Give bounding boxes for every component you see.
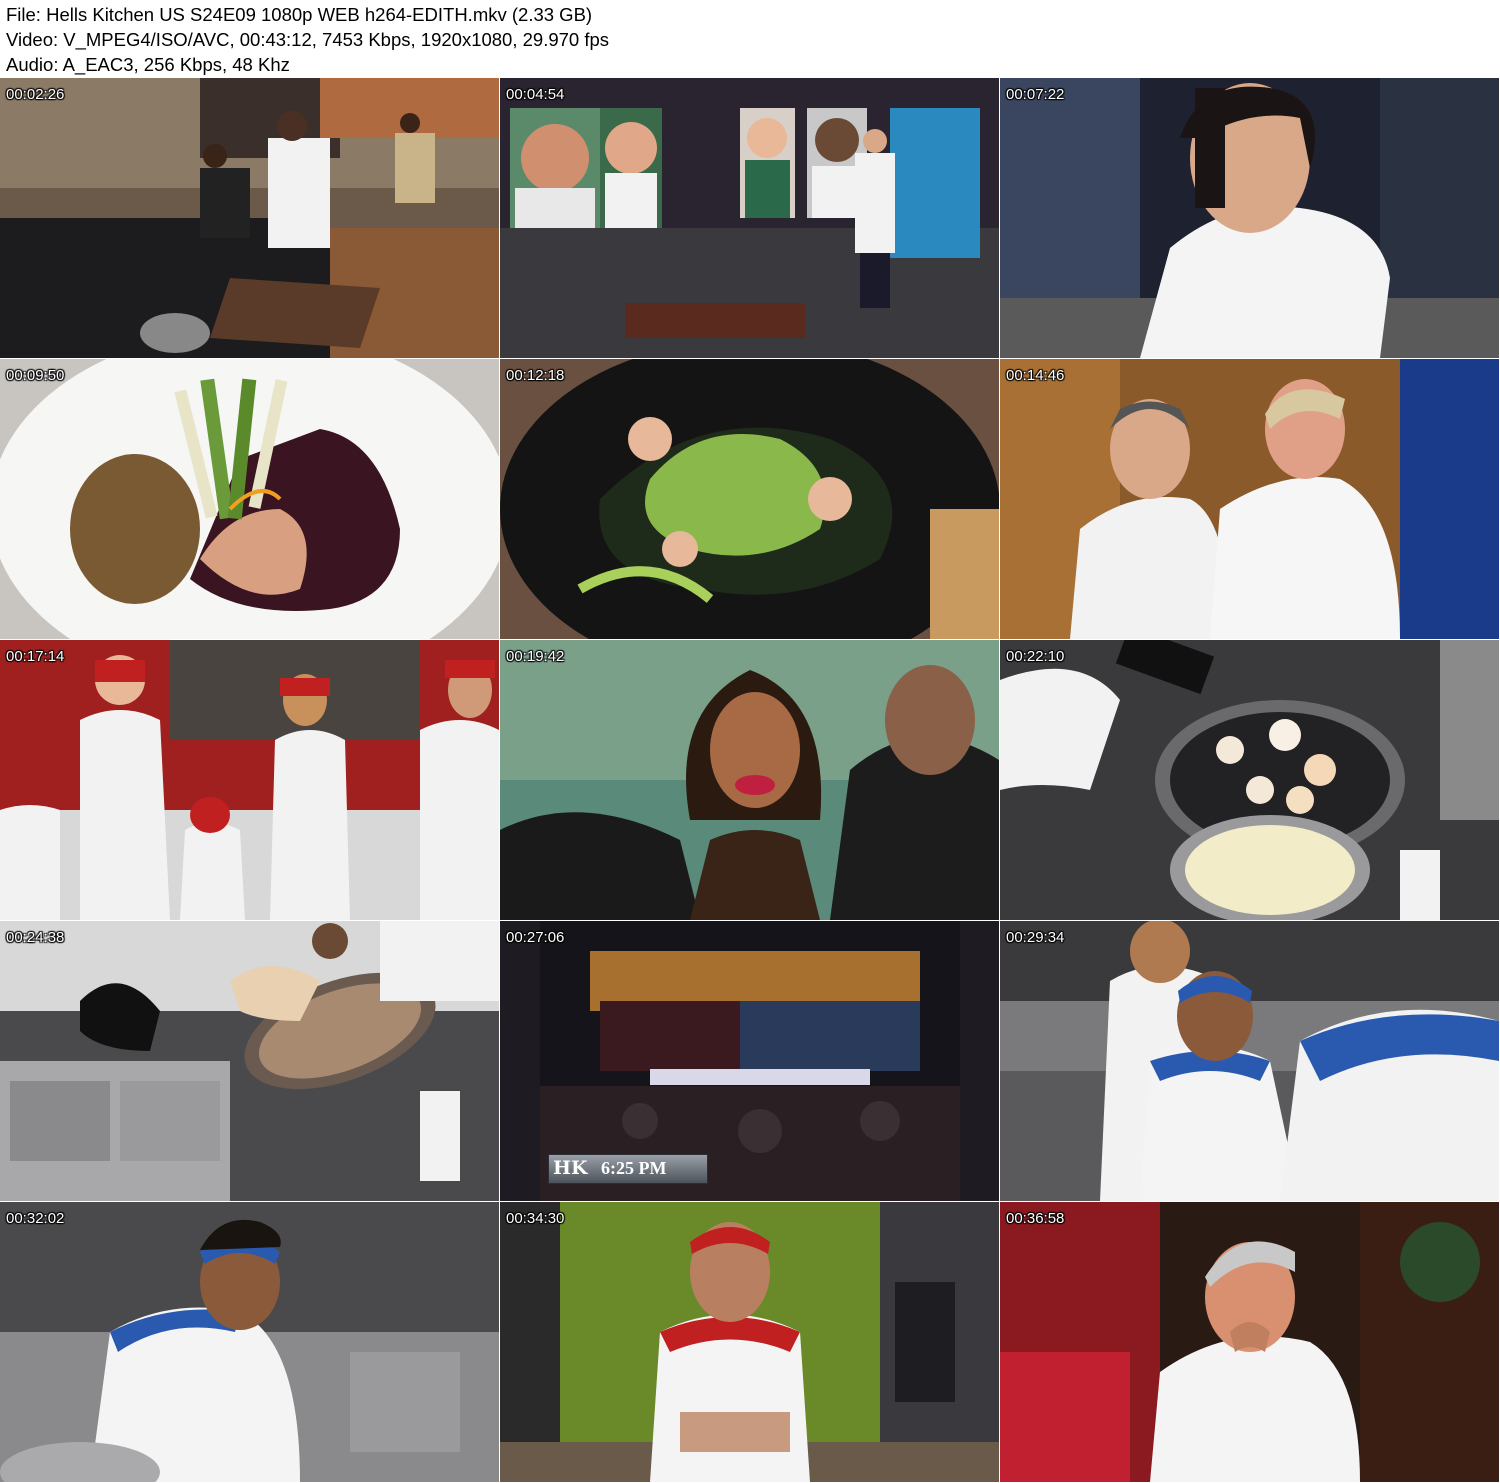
thumbnail-2: 00:04:54 bbox=[500, 78, 999, 358]
thumbnail-14-image bbox=[500, 1202, 999, 1482]
thumbnail-15-image bbox=[1000, 1202, 1499, 1482]
thumbnail-6-image bbox=[1000, 359, 1499, 639]
thumbnail-timestamp: 00:29:34 bbox=[1006, 929, 1065, 946]
thumbnail-15: 00:36:58 bbox=[1000, 1202, 1499, 1482]
thumbnail-11: HK 6:25 PM 00:27:06 bbox=[500, 921, 999, 1201]
thumbnail-timestamp: 00:04:54 bbox=[506, 86, 565, 103]
overlay-time-text: 6:25 PM bbox=[601, 1158, 667, 1178]
thumbnail-2-image bbox=[500, 78, 999, 358]
thumbnail-timestamp: 00:32:02 bbox=[6, 1210, 65, 1227]
thumbnail-timestamp: 00:34:30 bbox=[506, 1210, 565, 1227]
thumbnail-4: 00:09:50 bbox=[0, 359, 499, 639]
thumbnail-4-image bbox=[0, 359, 499, 639]
thumbnail-grid: 00:02:26 00:04:54 00:07:22 00:09:50 00:1… bbox=[0, 78, 1500, 1483]
thumbnail-timestamp: 00:09:50 bbox=[6, 367, 65, 384]
thumbnail-9: 00:22:10 bbox=[1000, 640, 1499, 920]
thumbnail-7: 00:17:14 bbox=[0, 640, 499, 920]
thumbnail-timestamp: 00:02:26 bbox=[6, 86, 65, 103]
thumbnail-12-image bbox=[1000, 921, 1499, 1201]
thumbnail-timestamp: 00:19:42 bbox=[506, 648, 565, 665]
video-info-line: Video: V_MPEG4/ISO/AVC, 00:43:12, 7453 K… bbox=[6, 29, 610, 50]
thumbnail-timestamp: 00:07:22 bbox=[1006, 86, 1065, 103]
thumbnail-10-image bbox=[0, 921, 499, 1201]
thumbnail-timestamp: 00:27:06 bbox=[506, 929, 565, 946]
thumbnail-timestamp: 00:12:18 bbox=[506, 367, 565, 384]
thumbnail-timestamp: 00:22:10 bbox=[1006, 648, 1065, 665]
thumbnail-5: 00:12:18 bbox=[500, 359, 999, 639]
hk-logo-text: HK bbox=[553, 1157, 588, 1179]
info-header: File: Hells Kitchen US S24E09 1080p WEB … bbox=[0, 0, 1500, 78]
thumbnail-8: 00:19:42 bbox=[500, 640, 999, 920]
thumbnail-timestamp: 00:14:46 bbox=[1006, 367, 1065, 384]
thumbnail-timestamp: 00:24:38 bbox=[6, 929, 65, 946]
thumbnail-1-image bbox=[0, 78, 499, 358]
thumbnail-5-image bbox=[500, 359, 999, 639]
thumbnail-9-image bbox=[1000, 640, 1499, 920]
thumbnail-13: 00:32:02 bbox=[0, 1202, 499, 1482]
thumbnail-13-image bbox=[0, 1202, 499, 1482]
thumbnail-timestamp: 00:36:58 bbox=[1006, 1210, 1065, 1227]
thumbnail-6: 00:14:46 bbox=[1000, 359, 1499, 639]
thumbnail-3: 00:07:22 bbox=[1000, 78, 1499, 358]
thumbnail-3-image bbox=[1000, 78, 1499, 358]
thumbnail-10: 00:24:38 bbox=[0, 921, 499, 1201]
thumbnail-1: 00:02:26 bbox=[0, 78, 499, 358]
thumbnail-7-image bbox=[0, 640, 499, 920]
audio-info-line: Audio: A_EAC3, 256 Kbps, 48 Khz bbox=[6, 54, 290, 75]
file-info-line: File: Hells Kitchen US S24E09 1080p WEB … bbox=[6, 4, 593, 25]
thumbnail-14: 00:34:30 bbox=[500, 1202, 999, 1482]
time-overlay: HK 6:25 PM bbox=[548, 1154, 708, 1184]
thumbnail-12: 00:29:34 bbox=[1000, 921, 1499, 1201]
thumbnail-8-image bbox=[500, 640, 999, 920]
thumbnail-timestamp: 00:17:14 bbox=[6, 648, 65, 665]
